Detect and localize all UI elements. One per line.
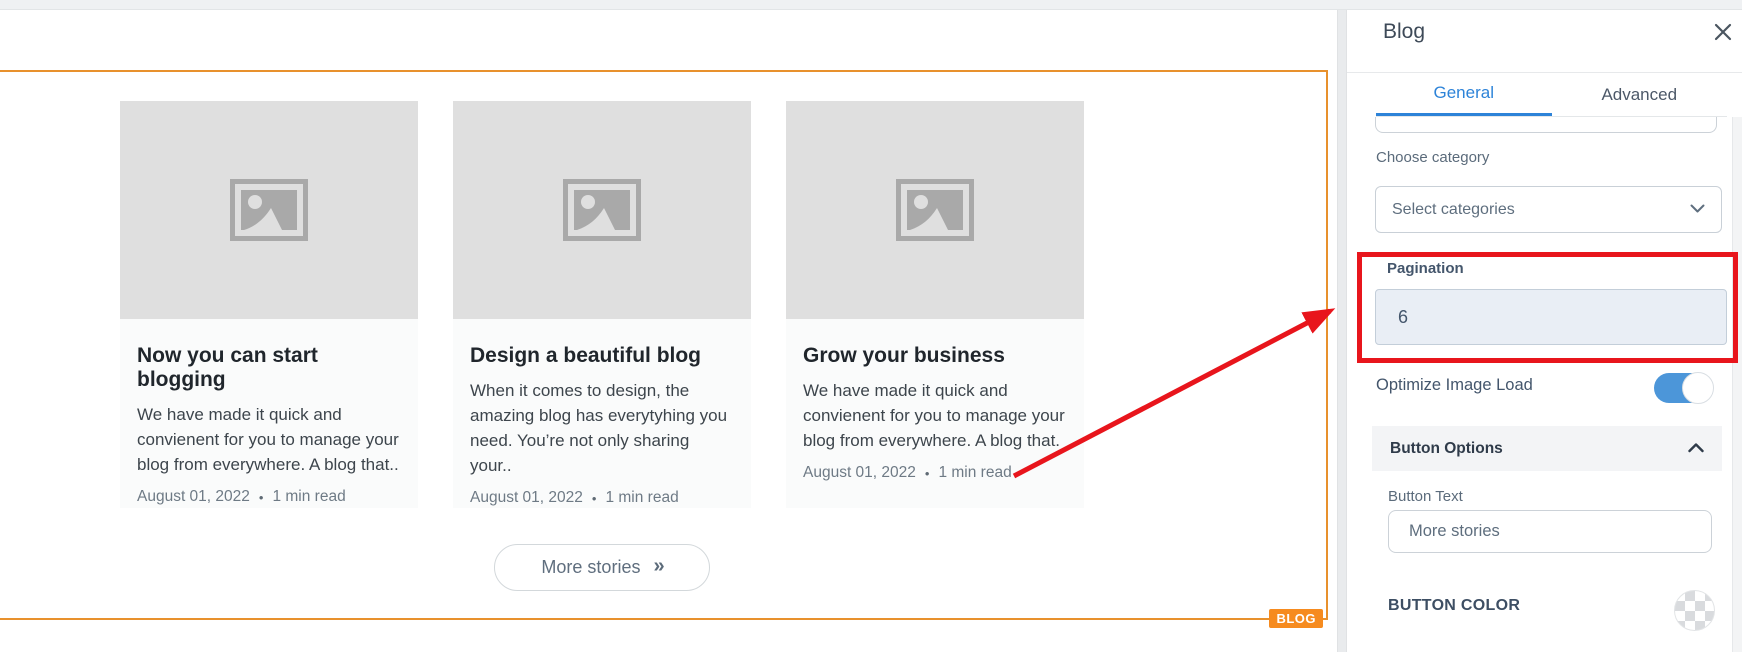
card-title: Now you can start blogging: [137, 344, 318, 391]
canvas-scrollbar[interactable]: [1337, 10, 1347, 652]
close-icon[interactable]: [1713, 22, 1733, 42]
tab-general[interactable]: General: [1376, 73, 1552, 116]
app-root: BLOG Now you can start blogging We have …: [0, 0, 1742, 652]
chevron-up-icon: [1688, 440, 1704, 458]
blog-card[interactable]: Grow your business We have made it quick…: [786, 101, 1084, 508]
card-body: Grow your business We have made it quick…: [786, 319, 1084, 508]
category-select[interactable]: Select categories: [1375, 186, 1722, 233]
card-meta: August 01, 2022 • 1 min read: [803, 464, 1068, 482]
blog-card[interactable]: Design a beautiful blog When it comes to…: [453, 101, 751, 508]
image-placeholder: [786, 101, 1084, 319]
panel-tabs: General Advanced: [1376, 73, 1727, 117]
image-placeholder: [453, 101, 751, 319]
card-body: Design a beautiful blog When it comes to…: [453, 319, 751, 508]
image-placeholder-icon: [563, 179, 641, 241]
blog-section-badge[interactable]: BLOG: [1269, 609, 1323, 628]
category-select-value: Select categories: [1392, 200, 1515, 218]
toggle-knob: [1682, 372, 1714, 404]
tab-advanced[interactable]: Advanced: [1552, 73, 1728, 116]
scrolled-field-partial: [1375, 117, 1717, 133]
meta-separator: •: [258, 489, 264, 505]
card-title: Design a beautiful blog: [470, 344, 702, 367]
optimize-image-load-toggle[interactable]: [1654, 372, 1714, 404]
card-date: August 01, 2022: [137, 488, 250, 505]
editor-canvas: BLOG Now you can start blogging We have …: [0, 0, 1337, 652]
card-title: Grow your business: [803, 344, 1005, 367]
double-chevron-right-icon: »: [653, 554, 664, 577]
button-text-label: Button Text: [1388, 488, 1463, 505]
button-text-input[interactable]: [1388, 510, 1712, 553]
pagination-input[interactable]: [1375, 289, 1727, 345]
button-options-header: Button Options: [1390, 439, 1503, 457]
blog-settings-panel: Blog General Advanced Choose category Se…: [1347, 0, 1742, 652]
card-excerpt: We have made it quick and convienent for…: [803, 381, 1065, 450]
more-stories-label: More stories: [541, 557, 641, 577]
card-read-time: 1 min read: [938, 464, 1012, 481]
card-excerpt: We have made it quick and convienent for…: [137, 405, 399, 474]
pagination-label: Pagination: [1387, 260, 1464, 277]
panel-scrollbar[interactable]: [1732, 117, 1742, 652]
card-read-time: 1 min read: [272, 488, 346, 505]
button-color-swatch-transparent[interactable]: [1674, 590, 1715, 631]
meta-separator: •: [591, 490, 597, 506]
card-meta: August 01, 2022 • 1 min read: [137, 488, 402, 506]
image-placeholder: [120, 101, 418, 319]
card-meta: August 01, 2022 • 1 min read: [470, 489, 735, 507]
choose-category-label: Choose category: [1376, 149, 1490, 166]
blog-card[interactable]: Now you can start blogging We have made …: [120, 101, 418, 508]
card-date: August 01, 2022: [470, 489, 583, 506]
browser-top-strip: [0, 0, 1742, 10]
card-read-time: 1 min read: [605, 489, 679, 506]
card-body: Now you can start blogging We have made …: [120, 319, 418, 508]
button-color-label: BUTTON COLOR: [1388, 597, 1521, 614]
more-stories-button[interactable]: More stories »: [494, 544, 710, 591]
image-placeholder-icon: [230, 179, 308, 241]
chevron-down-icon: [1690, 201, 1705, 219]
button-options-accordion[interactable]: Button Options: [1372, 426, 1722, 471]
meta-separator: •: [924, 465, 930, 481]
card-excerpt: When it comes to design, the amazing blo…: [470, 381, 728, 475]
optimize-image-load-label: Optimize Image Load: [1376, 376, 1533, 394]
card-date: August 01, 2022: [803, 464, 916, 481]
image-placeholder-icon: [896, 179, 974, 241]
panel-title: Blog: [1383, 20, 1426, 43]
